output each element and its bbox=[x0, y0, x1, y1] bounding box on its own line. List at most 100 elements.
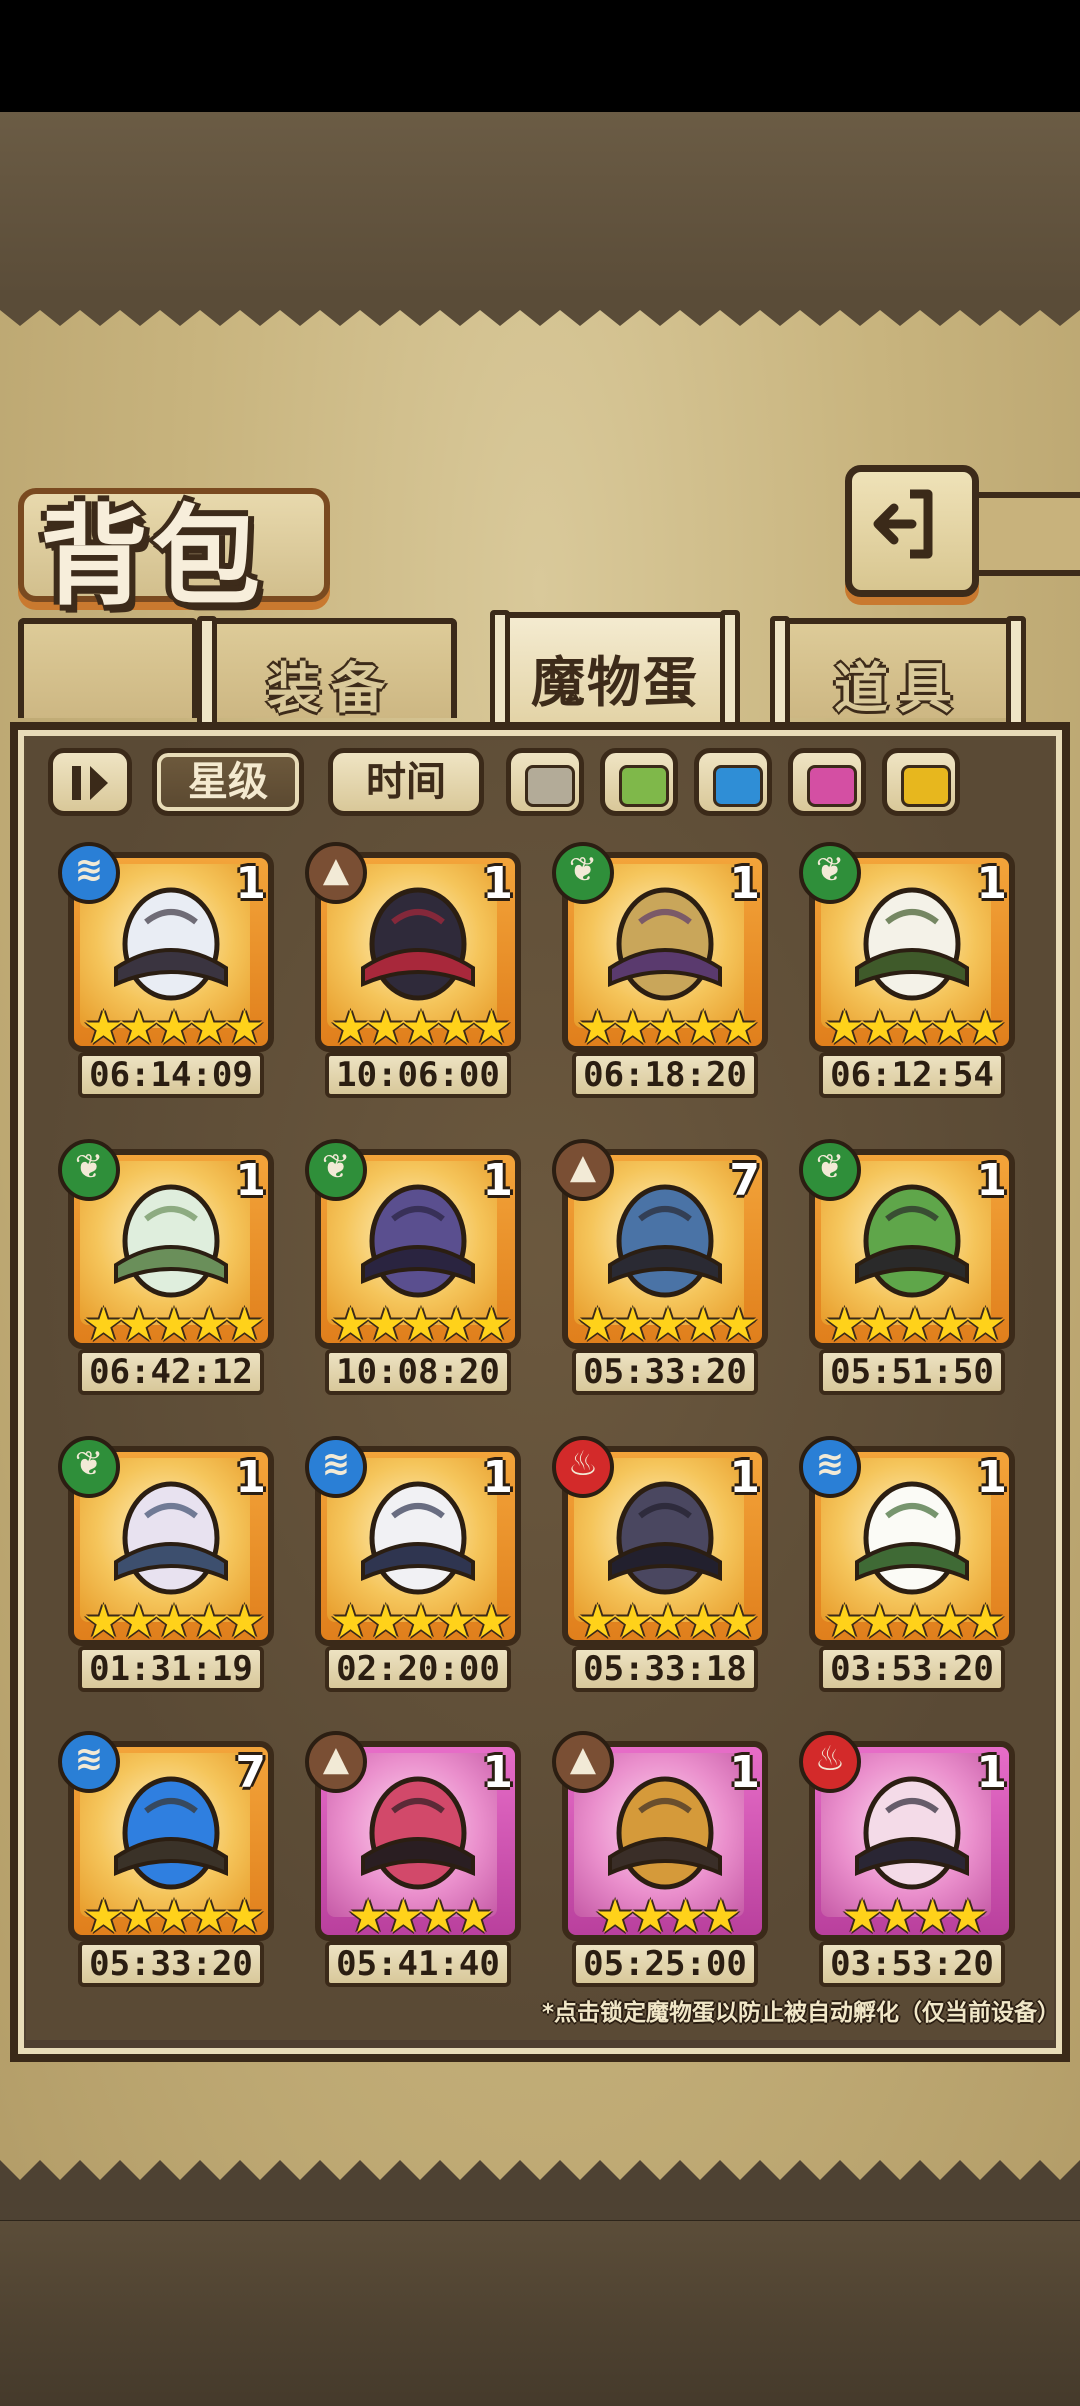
egg-card[interactable]: 1 ★★★★★ ❦ bbox=[799, 1139, 1015, 1351]
egg-card[interactable]: 1 ★★★★ ▲ bbox=[552, 1731, 768, 1941]
sort-order-button[interactable] bbox=[48, 748, 132, 816]
star-rating: ★★★★★ bbox=[576, 1297, 759, 1351]
egg-count: 1 bbox=[729, 1452, 760, 1503]
vine-egg-icon bbox=[855, 1481, 969, 1595]
hatch-timer: 06:42:12 bbox=[78, 1349, 264, 1395]
dark-rune-egg-icon bbox=[361, 1184, 475, 1298]
egg-count: 1 bbox=[976, 858, 1007, 909]
star-rating: ★★★★★ bbox=[576, 1594, 759, 1648]
filter-blue-button[interactable] bbox=[694, 748, 772, 816]
water-element-icon: ≋ bbox=[58, 1731, 120, 1793]
star-rating: ★★★★ bbox=[347, 1889, 495, 1943]
egg-count: 1 bbox=[976, 1155, 1007, 1206]
egg-count: 7 bbox=[729, 1155, 760, 1206]
leaf-element-icon: ❦ bbox=[305, 1139, 367, 1201]
fire-element-icon: ♨ bbox=[799, 1731, 861, 1793]
egg-count: 1 bbox=[729, 1747, 760, 1798]
star-rating: ★★★★★ bbox=[823, 1000, 1006, 1054]
bat-wing-egg-icon bbox=[855, 1776, 969, 1890]
egg-card[interactable]: 1 ★★★★★ ≋ bbox=[305, 1436, 521, 1648]
leaf-element-icon: ❦ bbox=[552, 842, 614, 904]
egg-card[interactable]: 1 ★★★★★ ❦ bbox=[552, 842, 768, 1052]
egg-card[interactable]: 1 ★★★★★ ▲ bbox=[305, 842, 521, 1052]
egg-count: 7 bbox=[235, 1747, 266, 1798]
back-button[interactable] bbox=[845, 465, 979, 597]
leaf-element-icon: ❦ bbox=[58, 1139, 120, 1201]
hatch-timer: 05:41:40 bbox=[325, 1941, 511, 1987]
egg-card[interactable]: 1 ★★★★★ ♨ bbox=[552, 1436, 768, 1648]
hatch-timer: 05:33:18 bbox=[572, 1646, 758, 1692]
star-rating: ★★★★ bbox=[841, 1889, 989, 1943]
swatch bbox=[525, 765, 575, 807]
egg-count: 1 bbox=[235, 1452, 266, 1503]
furry-gem-egg-icon bbox=[608, 1776, 722, 1890]
sort-by-star-button[interactable]: 星级 bbox=[152, 748, 304, 816]
tab-blank-left bbox=[18, 618, 198, 718]
hatch-timer: 03:53:20 bbox=[819, 1941, 1005, 1987]
leaf-element-icon: ❦ bbox=[799, 842, 861, 904]
leaf-element-icon: ❦ bbox=[799, 1139, 861, 1201]
egg-card[interactable]: 1 ★★★★★ ❦ bbox=[58, 1436, 274, 1646]
egg-card[interactable]: 1 ★★★★★ ❦ bbox=[799, 842, 1015, 1054]
egg-card[interactable]: 1 ★★★★★ ≋ bbox=[58, 842, 274, 1054]
hatch-timer: 05:33:20 bbox=[572, 1349, 758, 1395]
page-title: 背包 bbox=[40, 494, 265, 620]
status-bar bbox=[0, 0, 1080, 112]
egg-card[interactable]: 1 ★★★★★ ❦ bbox=[58, 1139, 274, 1349]
map-band-top bbox=[0, 112, 1080, 308]
tab-items[interactable]: 道具 bbox=[770, 616, 1026, 734]
zigzag-edge-top bbox=[0, 290, 1080, 326]
sort-by-time-button[interactable]: 时间 bbox=[328, 748, 484, 816]
egg-count: 1 bbox=[482, 858, 513, 909]
egg-card[interactable]: 1 ★★★★ ♨ bbox=[799, 1731, 1015, 1943]
star-rating: ★★★★★ bbox=[329, 1594, 512, 1648]
filter-gray-button[interactable] bbox=[506, 748, 584, 816]
swatch bbox=[619, 765, 669, 807]
egg-count: 1 bbox=[976, 1747, 1007, 1798]
cloud-egg-icon bbox=[361, 1481, 475, 1595]
earth-element-icon: ▲ bbox=[305, 1731, 367, 1793]
hatch-timer: 02:20:00 bbox=[325, 1646, 511, 1692]
hatch-timer: 05:51:50 bbox=[819, 1349, 1005, 1395]
sword-icon bbox=[114, 1776, 228, 1890]
egg-card[interactable]: 1 ★★★★★ ❦ bbox=[305, 1139, 521, 1349]
map-band-bottom bbox=[0, 2215, 1080, 2406]
star-rating: ★★★★★ bbox=[82, 1000, 265, 1054]
hatch-timer: 06:14:09 bbox=[78, 1052, 264, 1098]
egg-count: 1 bbox=[976, 1452, 1007, 1503]
earth-element-icon: ▲ bbox=[552, 1731, 614, 1793]
white-crystal-egg-icon bbox=[114, 887, 228, 1001]
swatch bbox=[713, 765, 763, 807]
hatch-timer: 06:12:54 bbox=[819, 1052, 1005, 1098]
hatch-timer: 06:18:20 bbox=[572, 1052, 758, 1098]
chained-lantern-egg-icon bbox=[855, 1184, 969, 1298]
egg-card[interactable]: 1 ★★★★ ▲ bbox=[305, 1731, 521, 1943]
egg-count: 1 bbox=[482, 1452, 513, 1503]
tab-label: 装备 bbox=[267, 657, 395, 720]
egg-count: 1 bbox=[729, 858, 760, 909]
egg-card[interactable]: 1 ★★★★★ ≋ bbox=[799, 1436, 1015, 1646]
star-rating: ★★★★★ bbox=[823, 1297, 1006, 1351]
hatch-timer: 10:08:20 bbox=[325, 1349, 511, 1395]
tab-monster-eggs[interactable]: 魔物蛋 bbox=[490, 610, 740, 728]
egg-card[interactable]: 7 ★★★★★ ▲ bbox=[552, 1139, 768, 1351]
magic-lamp-egg-icon bbox=[608, 887, 722, 1001]
filter-yellow-button[interactable] bbox=[882, 748, 960, 816]
filter-pink-button[interactable] bbox=[788, 748, 866, 816]
filter-green-button[interactable] bbox=[600, 748, 678, 816]
leaf-element-icon: ❦ bbox=[58, 1436, 120, 1498]
hatch-timer: 01:31:19 bbox=[78, 1646, 264, 1692]
water-element-icon: ≋ bbox=[305, 1436, 367, 1498]
tab-equipment[interactable]: 装备 bbox=[197, 616, 457, 734]
water-element-icon: ≋ bbox=[799, 1436, 861, 1498]
swatch bbox=[807, 765, 857, 807]
filter-bar: 星级 时间 bbox=[0, 748, 1080, 828]
hatch-timer: 05:25:00 bbox=[572, 1941, 758, 1987]
hatch-timer: 03:53:20 bbox=[819, 1646, 1005, 1692]
back-arrow-icon bbox=[873, 489, 933, 559]
egg-count: 1 bbox=[482, 1747, 513, 1798]
demon-egg-icon bbox=[608, 1481, 722, 1595]
winged-egg-icon bbox=[855, 887, 969, 1001]
tab-bar: 装备 魔物蛋 道具 bbox=[0, 610, 1080, 734]
egg-card[interactable]: 7 ★★★★★ ≋ bbox=[58, 1731, 274, 1941]
